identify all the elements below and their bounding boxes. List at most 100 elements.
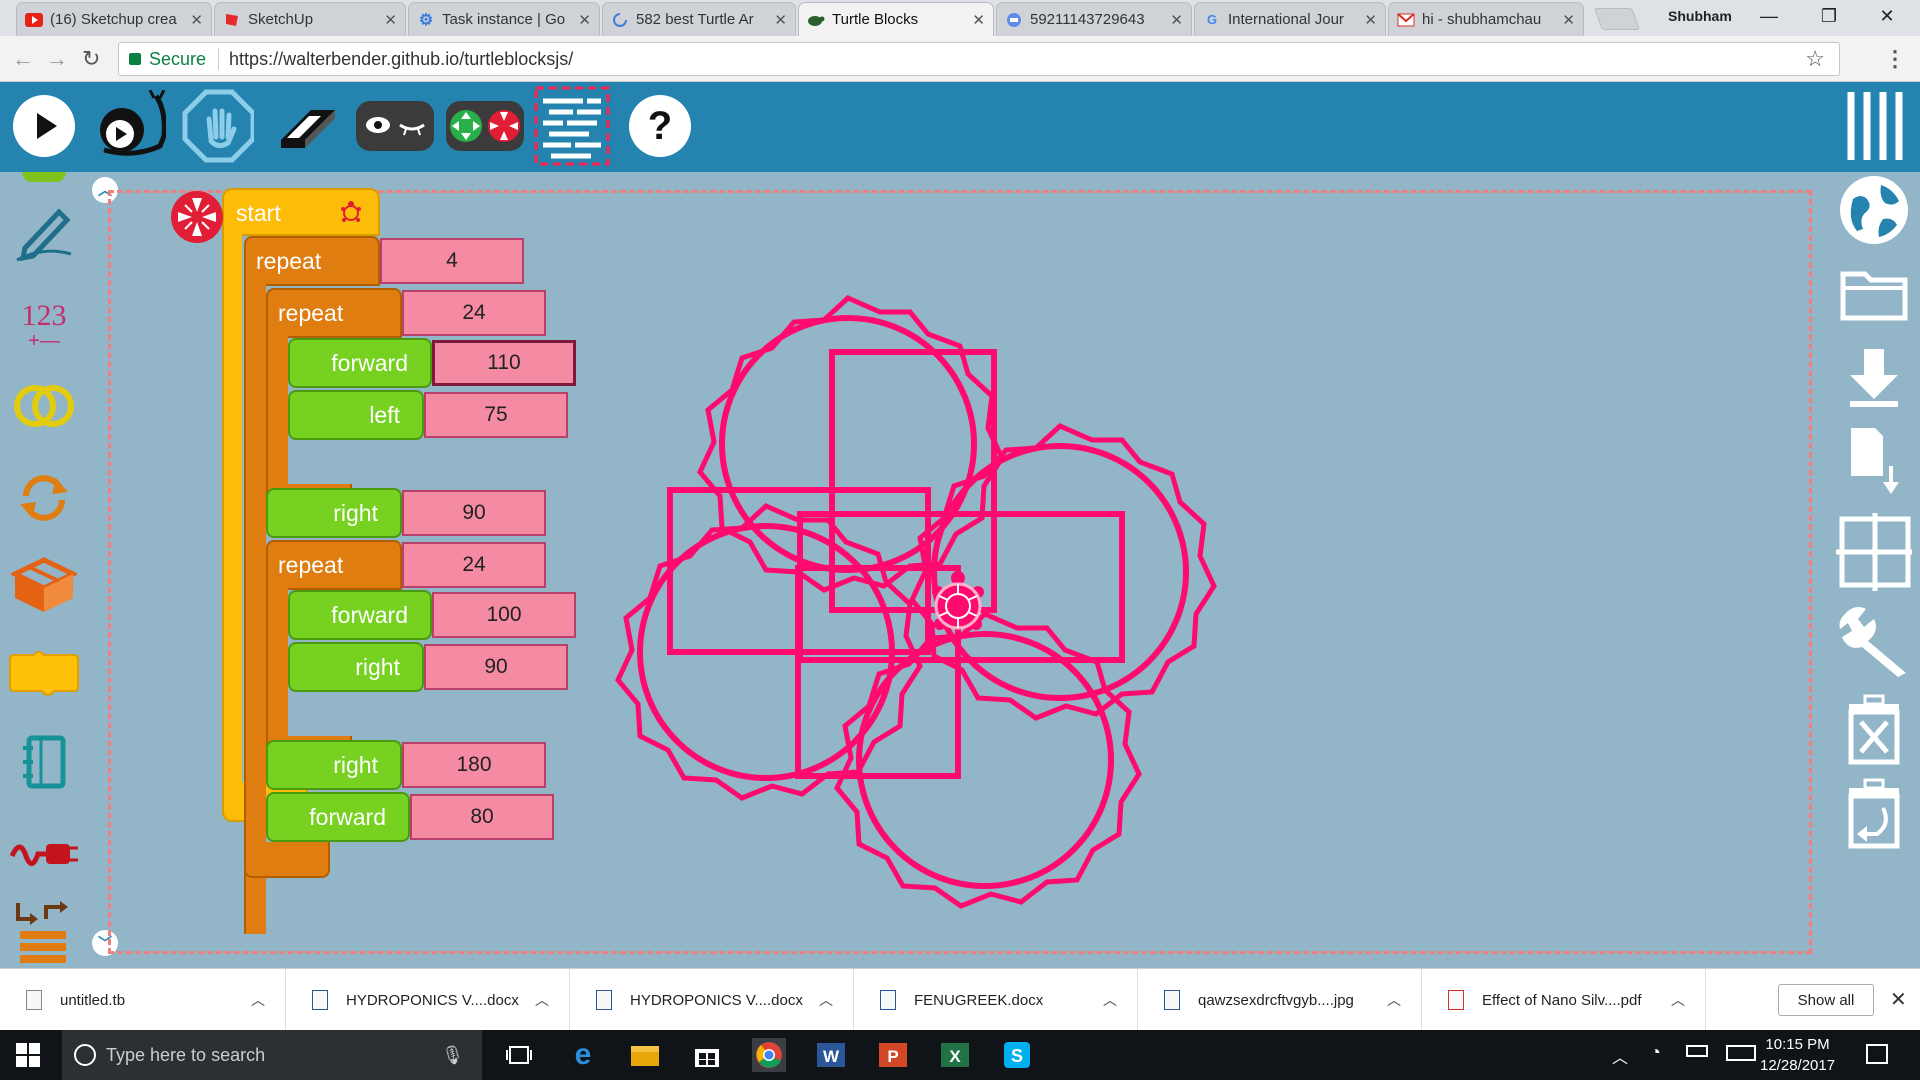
extras-palette-icon[interactable] [10, 896, 78, 964]
minimize-icon[interactable]: — [1754, 6, 1784, 27]
left-block[interactable]: left [288, 390, 424, 440]
powerpoint-icon[interactable]: P [876, 1038, 910, 1072]
turtle-icon[interactable] [932, 571, 984, 630]
close-icon[interactable]: ✕ [774, 11, 787, 29]
close-icon[interactable]: ✕ [972, 11, 985, 29]
download-item[interactable]: HYDROPONICS V....docx ︿ [286, 969, 570, 1031]
chevron-up-icon[interactable]: ︿ [251, 990, 265, 1010]
keyboard-icon[interactable] [1726, 1045, 1756, 1061]
skype-icon[interactable]: S [1000, 1038, 1034, 1072]
new-tab-button[interactable] [1593, 8, 1641, 30]
forward-distance-input[interactable]: 80 [410, 794, 554, 840]
close-icon[interactable]: ✕ [1170, 11, 1183, 29]
stop-button[interactable] [182, 89, 254, 163]
windows-start-icon[interactable] [16, 1043, 40, 1067]
collapse-blocks-button[interactable] [444, 90, 526, 162]
close-icon[interactable]: ✕ [384, 11, 397, 29]
repeat-block[interactable]: repeat [244, 236, 380, 286]
chrome-icon[interactable] [752, 1038, 786, 1072]
restore-icon[interactable]: ❐ [1814, 6, 1844, 27]
restore-trash-icon[interactable] [1836, 776, 1912, 852]
clock[interactable]: 10:15 PM 12/28/2017 [1760, 1034, 1835, 1076]
repeat-count-input[interactable]: 4 [380, 238, 524, 284]
download-item[interactable]: FENUGREEK.docx ︿ [854, 969, 1138, 1031]
tab[interactable]: (16) Sketchup crea ✕ [16, 2, 212, 36]
run-slow-button[interactable] [94, 90, 166, 162]
address-bar[interactable]: Secure https://walterbender.github.io/tu… [118, 42, 1840, 76]
hide-blocks-button[interactable] [354, 90, 436, 162]
collapse-block-icon[interactable] [170, 190, 224, 249]
chevron-up-icon[interactable]: ︿ [1671, 990, 1685, 1010]
grid-icon[interactable] [1836, 513, 1912, 591]
forward-distance-input[interactable]: 100 [432, 592, 576, 638]
right-block[interactable]: right [288, 642, 424, 692]
right-angle-input[interactable]: 90 [424, 644, 568, 690]
edge-icon[interactable]: e [566, 1038, 600, 1072]
menu-icon[interactable]: ⋮ [1884, 46, 1906, 72]
planet-icon[interactable] [1836, 172, 1912, 248]
repeat-count-input[interactable]: 24 [402, 290, 546, 336]
close-icon[interactable]: ✕ [190, 11, 203, 29]
profile-name[interactable]: Shubham [1668, 8, 1732, 24]
taskbar-search[interactable]: Type here to search 🎙︎ [62, 1030, 482, 1080]
tab-active[interactable]: Turtle Blocks ✕ [798, 2, 994, 36]
chevron-up-icon[interactable]: ︿ [819, 990, 833, 1010]
right-angle-input[interactable]: 90 [402, 490, 546, 536]
wifi-icon[interactable]: ◔ [1650, 1042, 1661, 1063]
right-angle-input[interactable]: 180 [402, 742, 546, 788]
download-item[interactable]: qawzsexdrcftvgyb....jpg ︿ [1138, 969, 1422, 1031]
close-icon[interactable]: ✕ [1364, 11, 1377, 29]
forward-icon[interactable]: → [46, 46, 68, 72]
flow-palette-icon[interactable] [10, 464, 78, 532]
file-explorer-icon[interactable] [628, 1038, 662, 1072]
repeat-count-input[interactable]: 24 [402, 542, 546, 588]
download-item[interactable]: untitled.tb ︿ [0, 969, 286, 1031]
chevron-up-icon[interactable]: ︿ [535, 990, 549, 1010]
home-button[interactable] [532, 86, 612, 166]
close-window-icon[interactable]: ✕ [1872, 6, 1902, 27]
right-block[interactable]: right [266, 488, 402, 538]
clear-button[interactable] [272, 90, 344, 162]
chevron-up-icon[interactable]: ︿ [1612, 1044, 1628, 1068]
repeat-block[interactable]: repeat [266, 288, 402, 338]
download-icon[interactable] [1836, 340, 1912, 416]
task-view-icon[interactable] [502, 1038, 536, 1072]
open-folder-icon[interactable] [1836, 256, 1912, 332]
forward-block[interactable]: forward [288, 338, 432, 388]
pen-palette-icon[interactable] [10, 198, 78, 266]
url-text[interactable]: https://walterbender.github.io/turtleblo… [229, 49, 573, 70]
action-palette-icon[interactable] [10, 552, 78, 620]
run-button[interactable] [8, 90, 80, 162]
word-icon[interactable]: W [814, 1038, 848, 1072]
forward-block[interactable]: forward [288, 590, 432, 640]
right-block[interactable]: right [266, 740, 402, 790]
excel-icon[interactable]: X [938, 1038, 972, 1072]
delete-trash-icon[interactable] [1836, 692, 1912, 768]
forward-distance-input[interactable]: 110 [432, 340, 576, 386]
settings-wrench-icon[interactable] [1836, 602, 1912, 678]
help-button[interactable]: ? [624, 90, 696, 162]
download-item[interactable]: Effect of Nano Silv....pdf ︿ [1422, 969, 1706, 1031]
media-palette-icon[interactable] [10, 728, 78, 796]
show-all-button[interactable]: Show all [1778, 984, 1874, 1016]
tab[interactable]: ⚙ Task instance | Go ✕ [408, 2, 600, 36]
number-palette-icon[interactable]: 123 +— [10, 290, 78, 358]
tab[interactable]: 582 best Turtle Ar ✕ [602, 2, 796, 36]
start-block-spine[interactable] [222, 234, 242, 784]
forward-block[interactable]: forward [266, 792, 410, 842]
repeat-block[interactable]: repeat [266, 540, 402, 590]
close-icon[interactable]: ✕ [1890, 987, 1907, 1012]
tab[interactable]: 59211143729643 ✕ [996, 2, 1192, 36]
close-icon[interactable]: ✕ [578, 11, 591, 29]
close-icon[interactable]: ✕ [1562, 11, 1575, 29]
battery-icon[interactable] [1686, 1045, 1708, 1057]
chevron-up-icon[interactable]: ︿ [1387, 990, 1401, 1010]
back-icon[interactable]: ← [12, 46, 34, 72]
sensors-palette-icon[interactable] [10, 818, 78, 886]
microphone-icon[interactable]: 🎙︎ [441, 1045, 464, 1066]
boolean-palette-icon[interactable] [10, 372, 78, 440]
download-item[interactable]: HYDROPONICS V....docx ︿ [570, 969, 854, 1031]
save-as-icon[interactable] [1836, 424, 1912, 500]
tab[interactable]: SketchUp ✕ [214, 2, 406, 36]
left-angle-input[interactable]: 75 [424, 392, 568, 438]
